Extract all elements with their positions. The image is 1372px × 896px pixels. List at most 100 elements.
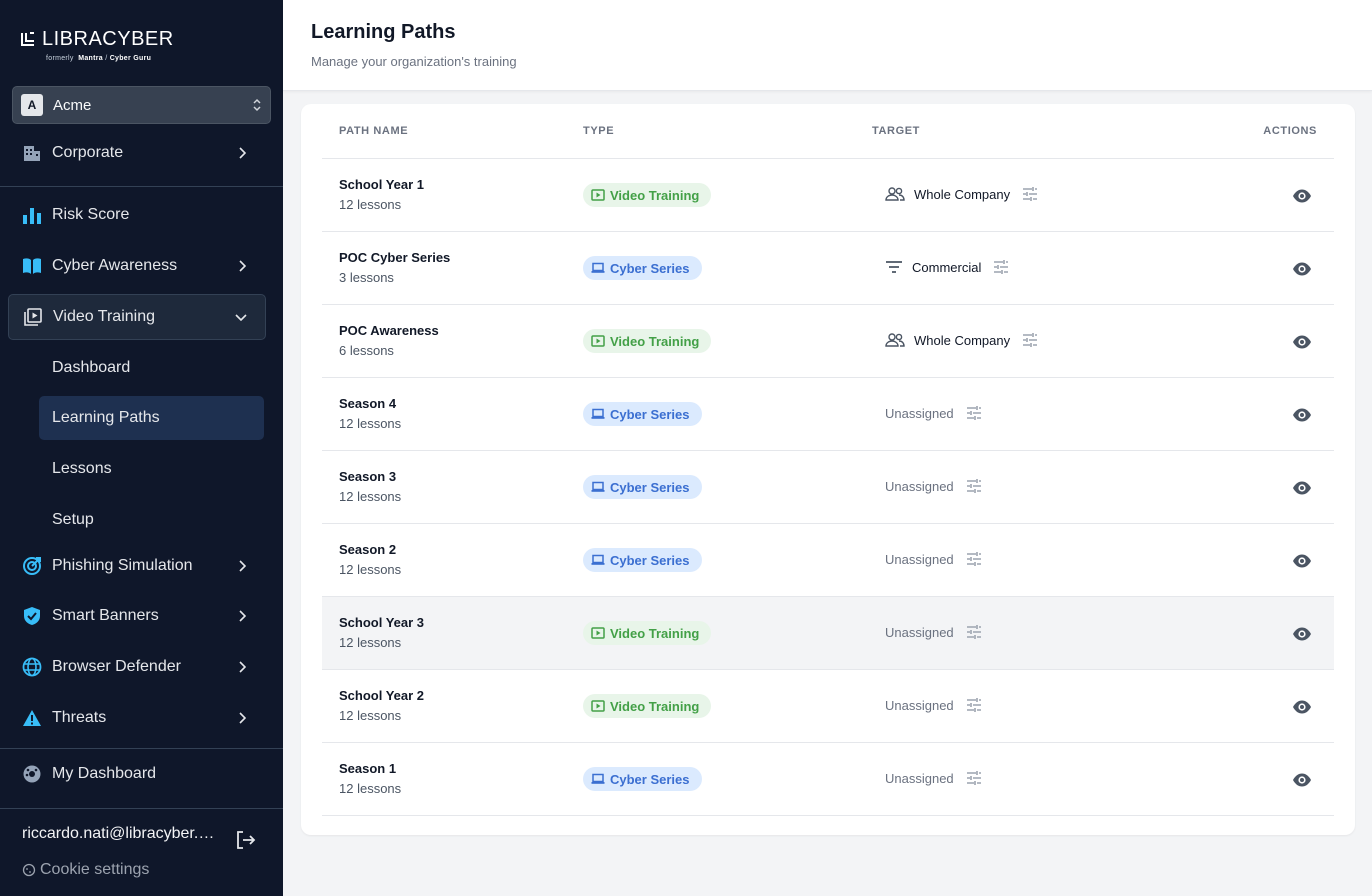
org-selector[interactable]: A Acme (12, 86, 271, 124)
globe-icon (22, 657, 42, 677)
lesson-count: 12 lessons (339, 562, 402, 577)
view-eye-icon[interactable] (1292, 478, 1312, 498)
brand-logo[interactable]: LIBRACYBER formerly Mantra / Cyber Guru (20, 28, 174, 62)
path-name: Season 4 (339, 396, 397, 411)
chevron-right-icon (236, 260, 248, 272)
nav-risk-score[interactable]: Risk Score (8, 193, 266, 237)
tune-icon[interactable] (965, 550, 983, 568)
path-name: POC Cyber Series (339, 250, 451, 265)
view-eye-icon[interactable] (1292, 332, 1312, 352)
chevron-right-icon (236, 560, 248, 572)
tune-icon[interactable] (965, 623, 983, 641)
target-label: Whole Company (914, 332, 1011, 348)
lesson-count: 12 lessons (339, 416, 402, 431)
chevron-right-icon (236, 661, 248, 673)
chevron-right-icon (236, 712, 248, 724)
tune-icon[interactable] (965, 477, 983, 495)
nav-my-dashboard[interactable]: My Dashboard (8, 752, 266, 796)
view-eye-icon[interactable] (1292, 551, 1312, 571)
col-type[interactable]: TYPE (583, 125, 614, 137)
nav-video-training[interactable]: Video Training (8, 294, 266, 340)
lesson-count: 12 lessons (339, 708, 402, 723)
nav-phishing-simulation[interactable]: Phishing Simulation (8, 544, 266, 588)
subnav-learning-paths[interactable]: Learning Paths (39, 396, 264, 440)
nav-browser-defender-label: Browser Defender (52, 658, 181, 675)
page-subtitle: Manage your organization's training (311, 54, 517, 69)
logout-icon[interactable] (234, 829, 256, 851)
type-label: Cyber Series (610, 479, 690, 495)
dashboard-gauge-icon (22, 764, 42, 784)
subnav-lessons[interactable]: Lessons (39, 447, 264, 491)
nav-risk-score-label: Risk Score (52, 206, 130, 223)
table-row[interactable]: POC Cyber Series 3 lessons Cyber Series Com… (322, 232, 1334, 305)
path-name: Season 1 (339, 761, 397, 776)
sidebar-divider (0, 808, 283, 809)
type-label: Video Training (610, 333, 700, 349)
book-open-icon (22, 256, 42, 276)
filter-icon (886, 261, 902, 273)
view-eye-icon[interactable] (1292, 259, 1312, 279)
target-cell: Unassigned (885, 404, 983, 422)
view-eye-icon[interactable] (1292, 405, 1312, 425)
target-label: Unassigned (885, 770, 954, 786)
nav-cyber-awareness[interactable]: Cyber Awareness (8, 244, 266, 288)
view-eye-icon[interactable] (1292, 186, 1312, 206)
tune-icon[interactable] (1021, 331, 1039, 349)
table-row[interactable]: School Year 2 12 lessons Video Training Una… (322, 670, 1334, 743)
tune-icon[interactable] (992, 258, 1010, 276)
target-icon (22, 556, 42, 576)
col-path-name[interactable]: PATH NAME (339, 125, 408, 137)
sidebar: LIBRACYBER formerly Mantra / Cyber Guru … (0, 0, 283, 896)
col-target[interactable]: TARGET (872, 125, 920, 137)
target-cell: Commercial (885, 258, 1010, 276)
target-label: Unassigned (885, 624, 954, 640)
table-row[interactable]: POC Awareness 6 lessons Video Training Whol… (322, 305, 1334, 378)
nav-corporate[interactable]: Corporate (8, 131, 266, 175)
nav-browser-defender[interactable]: Browser Defender (8, 645, 266, 689)
page-header: Learning Paths Manage your organization'… (283, 0, 1372, 91)
table-row[interactable]: Season 2 12 lessons Cyber Series Unassigned (322, 524, 1334, 597)
view-eye-icon[interactable] (1292, 697, 1312, 717)
type-badge: Cyber Series (583, 475, 702, 499)
view-eye-icon[interactable] (1292, 770, 1312, 790)
type-label: Cyber Series (610, 771, 690, 787)
table-row[interactable]: Season 4 12 lessons Cyber Series Unassigned (322, 378, 1334, 451)
target-label: Unassigned (885, 405, 954, 421)
table-row[interactable]: School Year 3 12 lessons Video Training Una… (322, 597, 1334, 670)
type-label: Video Training (610, 625, 700, 641)
type-label: Cyber Series (610, 552, 690, 568)
warning-icon (22, 708, 42, 728)
chevron-up-down-icon (253, 98, 261, 112)
tune-icon[interactable] (965, 696, 983, 714)
table-row[interactable]: School Year 1 12 lessons Video Training Who… (322, 159, 1334, 232)
laptop-icon (591, 408, 605, 419)
table-row[interactable]: Season 1 12 lessons Cyber Series Unassigned (322, 743, 1334, 816)
video-icon (591, 700, 605, 712)
path-name: School Year 1 (339, 177, 425, 192)
nav-corporate-label: Corporate (52, 144, 124, 161)
nav-video-training-label: Video Training (53, 308, 155, 325)
nav-smart-banners[interactable]: Smart Banners (8, 594, 266, 638)
type-badge: Cyber Series (583, 767, 702, 791)
video-icon (591, 627, 605, 639)
type-label: Cyber Series (610, 406, 690, 422)
target-label: Whole Company (914, 186, 1011, 202)
table-row[interactable]: Season 3 12 lessons Cyber Series Unassigned (322, 451, 1334, 524)
tune-icon[interactable] (965, 769, 983, 787)
target-cell: Unassigned (885, 623, 983, 641)
tune-icon[interactable] (1021, 185, 1039, 203)
subnav-dashboard[interactable]: Dashboard (39, 346, 264, 390)
tune-icon[interactable] (965, 404, 983, 422)
cookie-settings-link[interactable]: Cookie settings (22, 861, 149, 879)
nav-threats[interactable]: Threats (8, 696, 266, 740)
subnav-setup[interactable]: Setup (39, 498, 264, 542)
view-eye-icon[interactable] (1292, 624, 1312, 644)
building-icon (22, 143, 42, 163)
chevron-down-icon (235, 311, 247, 323)
bar-chart-icon (22, 205, 42, 225)
group-icon (885, 187, 905, 201)
lesson-count: 12 lessons (339, 197, 402, 212)
target-label: Unassigned (885, 478, 954, 494)
brand-name: LIBRACYBER (42, 28, 174, 50)
path-name: Season 2 (339, 542, 397, 557)
